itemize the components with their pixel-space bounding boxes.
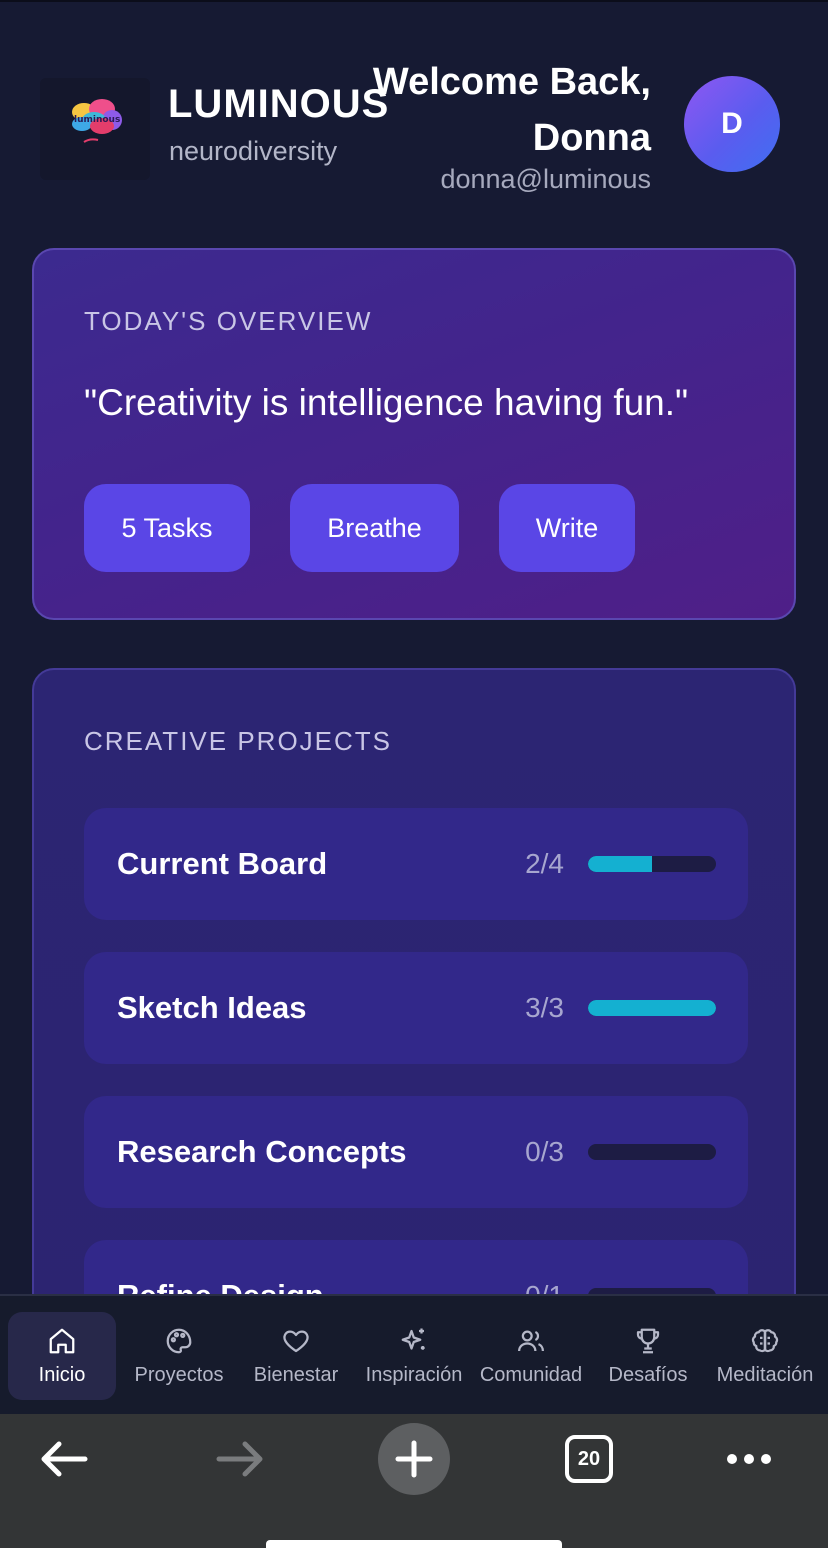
projects-title: CREATIVE PROJECTS [84, 726, 393, 756]
back-button[interactable] [34, 1434, 94, 1484]
project-count: 3/3 [525, 992, 564, 1023]
nav-item-proyectos[interactable]: Proyectos [124, 1312, 234, 1400]
forward-arrow-icon [216, 1441, 263, 1477]
project-row[interactable]: Sketch Ideas 3/3 [84, 952, 748, 1064]
home-icon [49, 1328, 75, 1353]
project-name: Research Concepts [117, 1134, 407, 1169]
more-icon [727, 1454, 771, 1464]
user-email: donna@luminous [440, 164, 651, 194]
home-indicator [266, 1540, 562, 1548]
brand-subtitle: neurodiversity [169, 136, 338, 166]
project-name: Sketch Ideas [117, 990, 307, 1025]
overview-card: TODAY'S OVERVIEW "Creativity is intellig… [32, 248, 796, 620]
brain-icon [751, 1328, 779, 1352]
overview-title: TODAY'S OVERVIEW [84, 306, 373, 336]
project-progress-bar [588, 856, 716, 872]
progress-fill [588, 856, 652, 872]
trophy-icon [636, 1328, 660, 1353]
logo-wordmark: luminous [74, 115, 120, 125]
tab-count: 20 [577, 1447, 601, 1470]
project-count: 0/3 [525, 1136, 564, 1167]
nav-item-inicio[interactable]: Inicio [8, 1312, 116, 1400]
brand-logo[interactable]: luminous [40, 78, 150, 180]
back-arrow-icon [41, 1441, 88, 1477]
forward-button[interactable] [210, 1434, 270, 1484]
brain-logo-icon: luminous [72, 99, 122, 143]
new-tab-button[interactable] [378, 1423, 450, 1495]
project-name: Current Board [117, 846, 328, 881]
heart-icon [283, 1330, 309, 1352]
nav-item-comunidad[interactable]: Comunidad [474, 1312, 588, 1400]
progress-fill [588, 1000, 716, 1016]
sparkles-icon [401, 1328, 425, 1350]
nav-item-desafios[interactable]: Desafíos [600, 1312, 696, 1400]
daily-quote: "Creativity is intelligence having fun." [84, 382, 689, 423]
nav-item-bienestar[interactable]: Bienestar [244, 1312, 348, 1400]
nav-label: Meditación [716, 1363, 814, 1386]
app-header: luminous LUMINOUS neurodiversity Welcome… [0, 0, 828, 230]
browser-toolbar: 20 [0, 1414, 828, 1548]
nav-label: Bienestar [253, 1363, 339, 1386]
nav-label: Proyectos [134, 1363, 224, 1386]
project-progress-bar [588, 1000, 716, 1016]
nav-item-inspiracion[interactable]: Inspiración [356, 1312, 472, 1400]
avatar-initial: D [721, 107, 743, 140]
tabs-button[interactable]: 20 [565, 1435, 613, 1483]
avatar[interactable]: D [684, 76, 780, 172]
breathe-button[interactable]: Breathe [290, 484, 459, 572]
write-button[interactable]: Write [499, 484, 635, 572]
project-row[interactable]: Research Concepts 0/3 [84, 1096, 748, 1208]
nav-item-meditacion[interactable]: Meditación [708, 1312, 822, 1400]
bottom-nav: Inicio Proyectos Bienestar Inspiración C… [0, 1294, 828, 1414]
nav-label: Inicio [38, 1363, 86, 1386]
projects-card: CREATIVE PROJECTS Current Board 2/4 Sket… [32, 668, 796, 1368]
nav-label: Inspiración [365, 1363, 463, 1386]
project-progress-bar [588, 1144, 716, 1160]
nav-label: Comunidad [479, 1363, 583, 1386]
tasks-button[interactable]: 5 Tasks [84, 484, 250, 572]
project-row[interactable]: Current Board 2/4 [84, 808, 748, 920]
more-button[interactable] [722, 1444, 776, 1474]
palette-icon [166, 1328, 192, 1353]
nav-label: Desafíos [608, 1363, 688, 1386]
users-icon [518, 1330, 544, 1351]
project-count: 2/4 [525, 848, 564, 879]
plus-icon [395, 1440, 433, 1478]
welcome-message: Welcome Back, Donna [372, 61, 651, 159]
